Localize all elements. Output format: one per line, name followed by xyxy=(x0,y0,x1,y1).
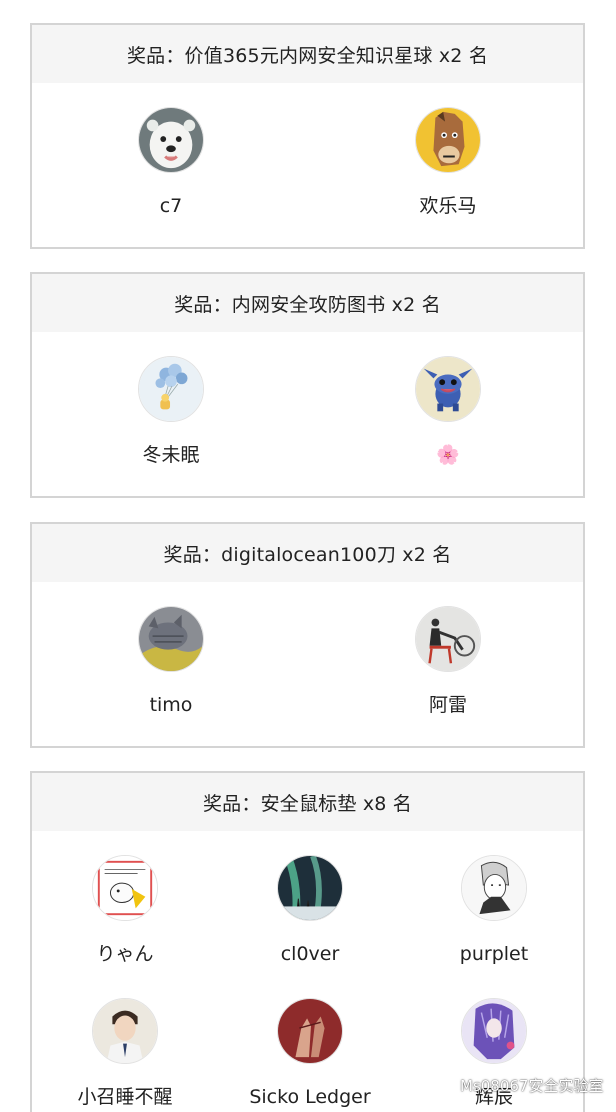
winner-name: cl0ver xyxy=(280,943,340,965)
winner-item[interactable]: cl0ver xyxy=(210,855,410,965)
cartoon-horse-avatar xyxy=(415,107,481,173)
winner-name: 阿雷 xyxy=(428,694,467,716)
winner-name: timo xyxy=(149,694,193,716)
winner-item[interactable]: purplet xyxy=(394,855,594,965)
aurora-avatar xyxy=(277,855,343,921)
sticker-avatar xyxy=(92,855,158,921)
prize-card-books: 奖品：内网安全攻防图书 x2 名 冬未眠 🌸 xyxy=(30,272,585,498)
winner-name: 小召睡不醒 xyxy=(77,1086,173,1108)
wechat-icon xyxy=(432,1076,454,1094)
winner-item[interactable]: 冬未眠 xyxy=(71,356,271,466)
watermark-text: Ms08067安全实验室 xyxy=(460,1077,604,1095)
anime-purple-avatar xyxy=(461,998,527,1064)
red-hands-avatar xyxy=(277,998,343,1064)
winner-item[interactable]: りゃん xyxy=(25,855,225,965)
prize-card-mousepad: 奖品：安全鼠标垫 x8 名 りゃん cl0ver purplet 小召睡不醒 S… xyxy=(30,771,585,1112)
winner-item[interactable]: Sicko Ledger xyxy=(210,998,410,1108)
anime-sketch-avatar xyxy=(461,855,527,921)
prize-title: 奖品：内网安全攻防图书 x2 名 xyxy=(32,274,583,332)
prize-title: 奖品：安全鼠标垫 x8 名 xyxy=(32,773,583,831)
watermark: Ms08067安全实验室 xyxy=(432,1075,603,1096)
prize-title: 奖品：价值365元内网安全知识星球 x2 名 xyxy=(32,25,583,83)
prize-card-digitalocean: 奖品：digitalocean100刀 x2 名 timo 阿雷 xyxy=(30,522,585,748)
lottery-results-page: 奖品：价值365元内网安全知识星球 x2 名 c7 欢乐马 奖品：内网安全攻防图… xyxy=(0,0,616,1112)
winner-item[interactable]: timo xyxy=(71,606,271,716)
stitch-avatar xyxy=(415,356,481,422)
winner-name: purplet xyxy=(459,943,529,965)
white-dog-avatar xyxy=(138,107,204,173)
winner-name: Sicko Ledger xyxy=(249,1086,371,1108)
winner-name: 冬未眠 xyxy=(142,444,200,466)
winner-name: c7 xyxy=(159,195,183,217)
balloons-avatar xyxy=(138,356,204,422)
winner-name: 🌸 xyxy=(436,444,460,466)
winner-item[interactable]: 阿雷 xyxy=(348,606,548,716)
person-chair-avatar xyxy=(415,606,481,672)
winner-name: 欢乐马 xyxy=(419,195,477,217)
winner-item[interactable]: 欢乐马 xyxy=(348,107,548,217)
cat-avatar xyxy=(138,606,204,672)
young-man-avatar xyxy=(92,998,158,1064)
winner-item[interactable]: 小召睡不醒 xyxy=(25,998,225,1108)
prize-card-knowledge-planet: 奖品：价值365元内网安全知识星球 x2 名 c7 欢乐马 xyxy=(30,23,585,249)
winner-name: りゃん xyxy=(96,943,154,965)
winner-item[interactable]: 🌸 xyxy=(348,356,548,466)
prize-title: 奖品：digitalocean100刀 x2 名 xyxy=(32,524,583,582)
winner-item[interactable]: c7 xyxy=(71,107,271,217)
